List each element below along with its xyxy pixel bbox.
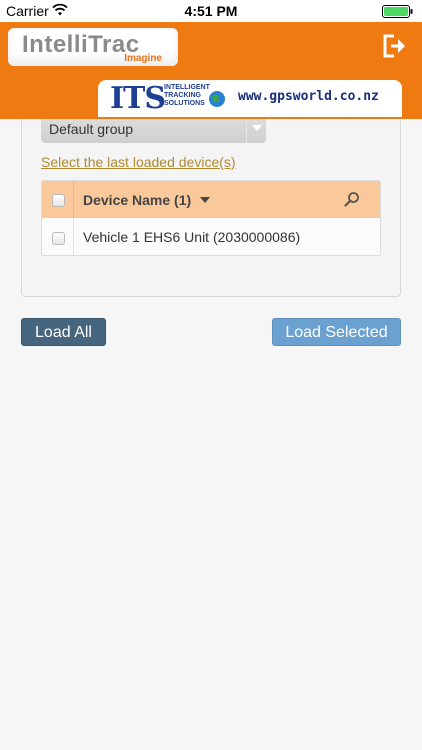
logo-sub-text: Imagine xyxy=(124,53,162,64)
device-selection-panel: Default group Select the last loaded dev… xyxy=(21,119,401,297)
group-select[interactable]: Default group xyxy=(41,119,266,143)
search-icon[interactable] xyxy=(344,191,360,207)
sponsor-url: www.gpsworld.co.nz xyxy=(238,89,379,104)
device-table: Device Name (1) Vehicle 1 EHS6 Unit (203… xyxy=(41,180,381,256)
app-header: IntelliTrac Imagine ITS INTELLIGENT TRAC… xyxy=(0,22,422,119)
sort-dropdown-icon[interactable] xyxy=(200,197,210,203)
its-logo-text: INTELLIGENT TRACKING SOLUTIONS xyxy=(164,84,210,107)
intellitrac-logo: IntelliTrac Imagine xyxy=(8,28,178,66)
group-select-value: Default group xyxy=(49,121,134,137)
row-check-cell xyxy=(42,218,74,255)
select-last-loaded-link[interactable]: Select the last loaded device(s) xyxy=(41,154,236,170)
device-name-cell: Vehicle 1 EHS6 Unit (2030000086) xyxy=(83,229,301,245)
its-logo-letters: ITS xyxy=(110,81,166,116)
select-all-cell xyxy=(42,181,74,218)
load-selected-button[interactable]: Load Selected xyxy=(272,318,401,346)
select-all-checkbox[interactable] xyxy=(52,194,65,207)
logo-main-text: IntelliTrac xyxy=(22,31,140,58)
logout-icon[interactable] xyxy=(382,34,408,58)
table-row[interactable]: Vehicle 1 EHS6 Unit (2030000086) xyxy=(42,218,380,255)
clock: 4:51 PM xyxy=(184,3,238,19)
load-all-button[interactable]: Load All xyxy=(21,318,106,346)
chevron-down-icon[interactable] xyxy=(246,119,266,143)
globe-icon xyxy=(209,91,225,107)
status-bar: Carrier 4:51 PM xyxy=(0,0,422,22)
column-header-device-name[interactable]: Device Name (1) xyxy=(83,192,191,208)
table-header: Device Name (1) xyxy=(42,181,380,218)
row-checkbox[interactable] xyxy=(52,232,65,245)
sponsor-banner[interactable]: ITS INTELLIGENT TRACKING SOLUTIONS www.g… xyxy=(98,80,402,117)
battery-icon xyxy=(382,5,413,18)
